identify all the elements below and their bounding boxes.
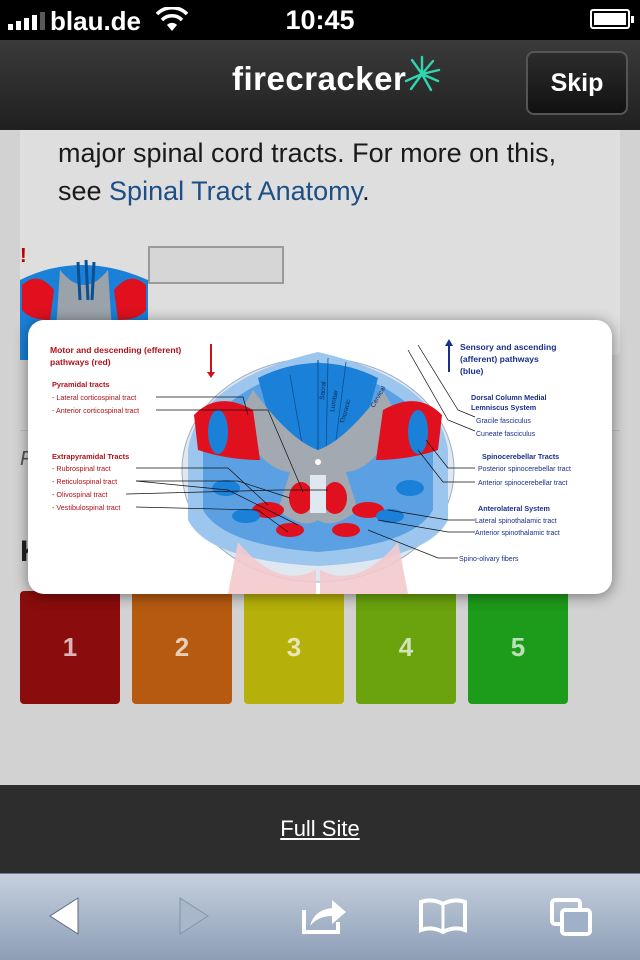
anterolateral-item-2: Anterior spinothalamic tract xyxy=(475,530,560,537)
image-lightbox[interactable]: Motor and descending (efferent) pathways… xyxy=(28,320,612,594)
back-arrow-icon[interactable] xyxy=(46,896,82,936)
motor-heading-line1: Motor and descending (efferent) xyxy=(50,345,181,355)
site-footer: Full Site xyxy=(0,785,640,873)
rating-button-3[interactable]: 3 xyxy=(244,591,344,704)
rating-button-2[interactable]: 2 xyxy=(132,591,232,704)
motor-down-arrowhead xyxy=(207,372,215,378)
thumbnail-caption-box xyxy=(148,246,284,284)
dorsal-heading-line2: Lemniscus System xyxy=(471,403,536,412)
dorsal-item-2: Cuneate fasciculus xyxy=(476,431,536,438)
pyramidal-item-2: - Anterior corticospinal tract xyxy=(52,406,139,415)
motor-heading-line2: pathways (red) xyxy=(50,357,111,367)
clock: 10:45 xyxy=(285,5,355,35)
rating-button-4[interactable]: 4 xyxy=(356,591,456,704)
bookmarks-icon[interactable] xyxy=(418,896,468,936)
explanation-text-end: . xyxy=(362,176,370,206)
brand-name: firecracker xyxy=(232,60,407,97)
rating-button-5[interactable]: 5 xyxy=(468,591,568,704)
pyramidal-item-1: - Lateral corticospinal tract xyxy=(52,393,136,402)
spinocerebellar-item-1: Posterior spinocerebellar tract xyxy=(478,466,571,473)
battery-icon xyxy=(590,9,634,29)
skip-button[interactable]: Skip xyxy=(526,51,628,115)
full-site-link[interactable]: Full Site xyxy=(280,816,359,842)
explanation-text: major spinal cord tracts. For more on th… xyxy=(58,134,598,210)
dorsal-heading-line1: Dorsal Column Medial xyxy=(471,393,546,402)
anterolateral-item-1: Lateral spinothalamic tract xyxy=(475,518,557,525)
sensory-up-arrowhead xyxy=(445,339,453,346)
extrapyramidal-item-1: - Rubrospinal tract xyxy=(52,464,111,473)
sensory-heading-line2: (afferent) pathways xyxy=(460,354,539,364)
spinocerebellar-item-2: Anterior spinocerebellar tract xyxy=(478,480,568,487)
sensory-heading-line3: (blue) xyxy=(460,366,484,376)
spinal-cord-tracts-diagram: Motor and descending (efferent) pathways… xyxy=(50,339,571,594)
brand-logo: firecracker xyxy=(232,55,442,98)
sensory-heading-line1: Sensory and ascending xyxy=(460,342,556,352)
firework-icon xyxy=(405,55,441,92)
status-bar: blau.de 10:45 xyxy=(0,0,640,40)
extrapyramidal-item-4: - Vestibulospinal tract xyxy=(52,503,120,512)
spino-olivary-label: Spino-olivary fibers xyxy=(459,556,519,563)
extrapyramidal-item-2: - Reticulospinal tract xyxy=(52,477,117,486)
pyramidal-heading: Pyramidal tracts xyxy=(52,380,110,389)
dorsal-item-1: Gracile fasciculus xyxy=(476,418,531,425)
anterolateral-heading: Anterolateral System xyxy=(478,504,550,513)
tabs-icon[interactable] xyxy=(548,896,594,938)
spinocerebellar-heading: Spinocerebellar Tracts xyxy=(482,452,559,461)
browser-toolbar xyxy=(0,873,640,960)
share-icon[interactable] xyxy=(300,896,350,936)
app-header: firecracker Skip xyxy=(0,40,640,130)
difficulty-rating-row: 1 2 3 4 5 xyxy=(20,591,570,704)
extrapyramidal-item-3: - Olivospinal tract xyxy=(52,490,108,499)
spinal-cord-cross-section: Sacral Lumbar Thoracic Cervical xyxy=(181,352,455,594)
extrapyramidal-heading: Extrapyramidal Tracts xyxy=(52,452,129,461)
spinal-tract-anatomy-link[interactable]: Spinal Tract Anatomy xyxy=(109,176,362,206)
forward-arrow-icon[interactable] xyxy=(176,896,212,936)
rating-button-1[interactable]: 1 xyxy=(20,591,120,704)
